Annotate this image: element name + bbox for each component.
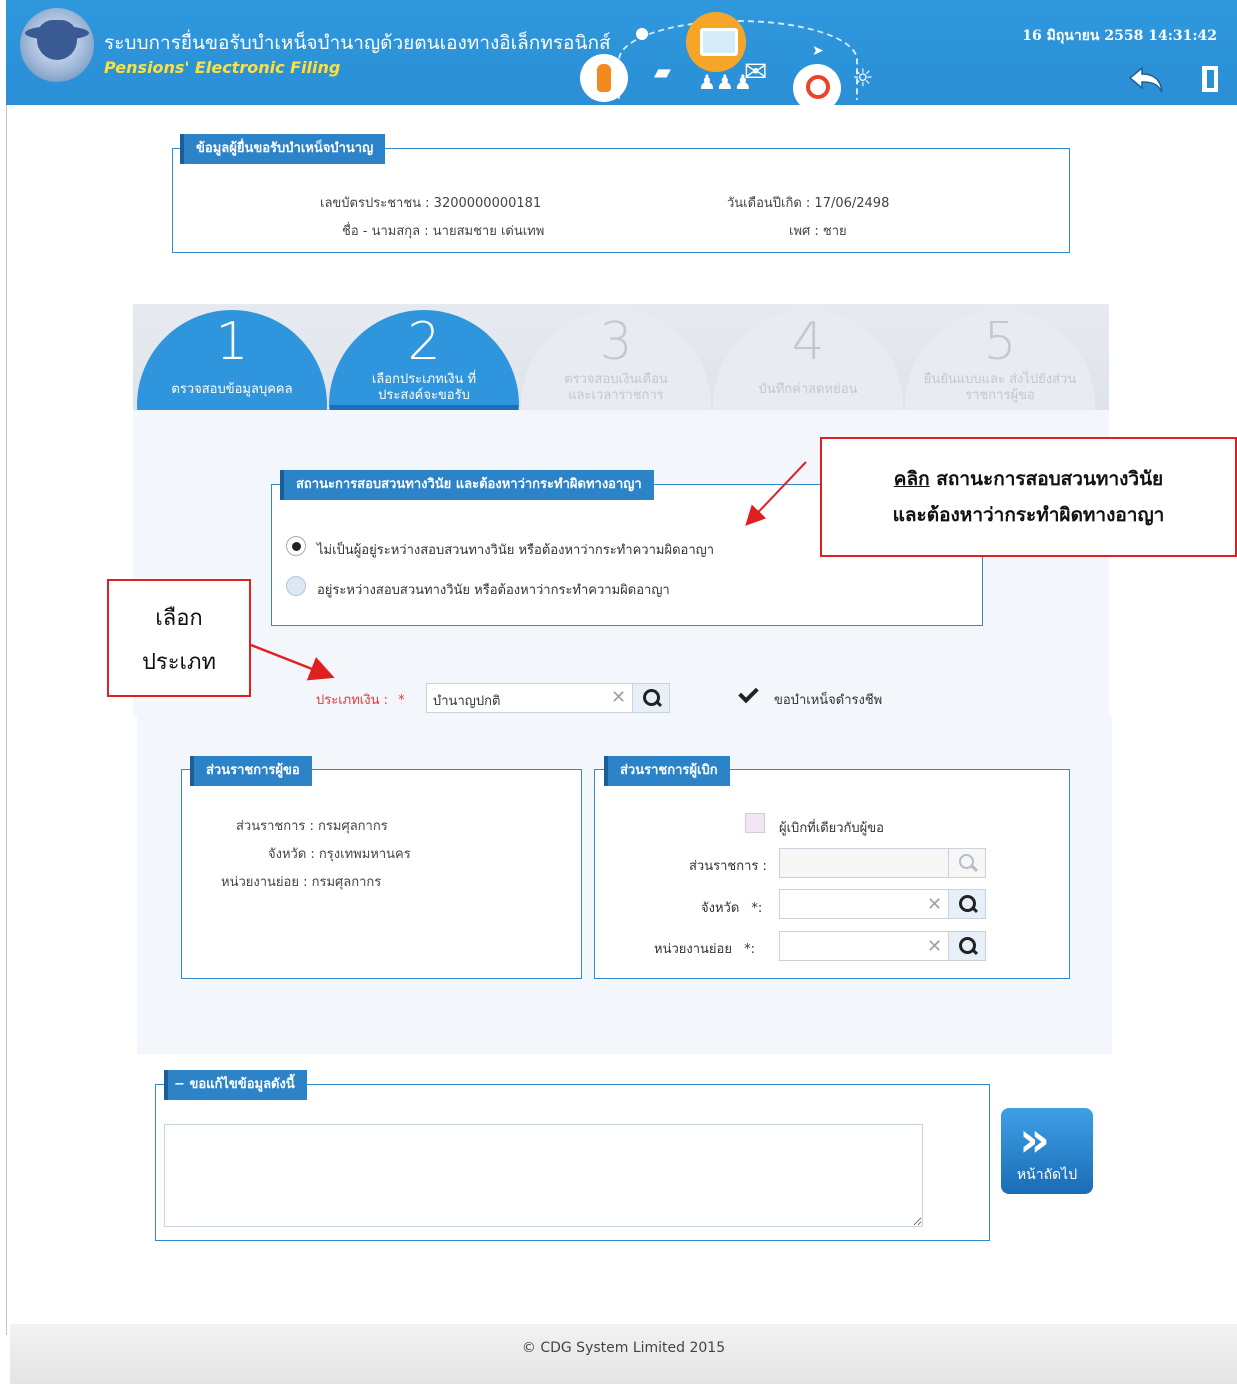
colon: : — [750, 942, 755, 957]
payer-province-search-button[interactable] — [948, 889, 986, 919]
clear-icon[interactable]: ✕ — [927, 896, 942, 914]
decorative-dot — [636, 28, 648, 40]
callout-line2: และต้องหาว่ากระทำผิดทางอาญา — [892, 504, 1165, 526]
wizard-step-1[interactable]: 1 ตรวจสอบข้อมูลบุคคล — [137, 310, 327, 410]
under-investigation-label[interactable]: อยู่ระหว่างสอบสวนทางวินัย หรือต้องหาว่าก… — [317, 579, 670, 600]
edit-request-legend[interactable]: − ขอแก้ไขข้อมูลดังนี้ — [164, 1070, 307, 1100]
investigation-status-legend: สถานะการสอบสวนทางวินัย และต้องหาว่ากระทำ… — [280, 470, 654, 500]
money-type-search-button[interactable] — [632, 683, 670, 713]
back-arrow-icon[interactable] — [1128, 64, 1164, 96]
comptroller-logo — [20, 8, 94, 82]
step-label: ยืนยันแบบและ ส่งไปยังส่วนราชการผู้ขอ — [923, 372, 1077, 403]
callout-line1: สถานะการสอบสวนทางวินัย — [929, 468, 1164, 490]
double-chevron-right-icon: » — [1019, 1112, 1050, 1168]
payer-agency-search-button — [948, 848, 986, 878]
step-number: 5 — [983, 312, 1017, 372]
money-type-label-text: ประเภทเงิน : — [316, 693, 388, 708]
same-as-requester-label[interactable]: ผู้เบิกที่เดียวกับผู้ขอ — [779, 817, 884, 838]
payer-province-label-text: จังหวัด — [701, 901, 740, 916]
requester-province-text: จังหวัด : กรุงเทพมหานคร — [268, 847, 411, 862]
payer-agency-input — [779, 848, 949, 878]
payer-province-input[interactable] — [779, 889, 949, 919]
next-page-button[interactable]: » หน้าถัดไป — [1001, 1108, 1093, 1194]
app-subtitle: Pensions' Electronic Filing — [104, 58, 341, 77]
required-marker: * — [398, 693, 405, 708]
requester-unit-text: หน่วยงานย่อย : กรมศุลกากร — [221, 875, 382, 890]
payer-province-label: จังหวัด *: — [701, 897, 762, 918]
app-title: ระบบการยื่นขอรับบำเหน็จบำนาญด้วยตนเองทาง… — [104, 32, 611, 54]
step-number: 2 — [407, 312, 441, 372]
callout-select-line2: ประเภท — [141, 650, 217, 675]
payer-unit-label-text: หน่วยงานย่อย — [654, 942, 732, 957]
wizard-step-4: 4 บันทึกค่าลดหย่อน — [713, 310, 903, 410]
edit-request-legend-text: ขอแก้ไขข้อมูลดังนี้ — [189, 1077, 295, 1092]
money-type-input[interactable]: บำนาญปกติ — [426, 683, 633, 713]
step-number: 1 — [215, 312, 249, 372]
callout-select-line1: เลือก — [155, 606, 203, 631]
under-investigation-radio[interactable] — [286, 576, 306, 596]
payer-agency-label: ส่วนราชการ : — [689, 859, 767, 874]
money-type-label: ประเภทเงิน : * — [316, 689, 405, 710]
click-status-callout: คลิก สถานะการสอบสวนทางวินัย และต้องหาว่า… — [820, 437, 1237, 557]
touch-hand-icon — [580, 54, 628, 102]
not-under-investigation-radio[interactable] — [286, 536, 306, 556]
living-pension-label[interactable]: ขอบำเหน็จดำรงชีพ — [774, 689, 882, 710]
step-label: ตรวจสอบเงินเดือน และเวลาราชการ — [564, 372, 668, 403]
active-step-indicator — [330, 405, 518, 410]
garuda-emblem-icon — [25, 20, 89, 60]
search-magnifier-icon — [793, 64, 841, 105]
step-label: บันทึกค่าลดหย่อน — [758, 382, 858, 397]
monitor-icon — [686, 12, 746, 72]
cursor-arrow-icon: ➤ — [812, 43, 824, 59]
applicant-info-legend: ข้อมูลผู้ยื่นขอรับบำเหน็จบำนาญ — [180, 134, 386, 164]
edit-request-textarea[interactable] — [164, 1124, 923, 1227]
requester-agency-legend: ส่วนราชการผู้ขอ — [190, 756, 312, 786]
wizard-step-2[interactable]: 2 เลือกประเภทเงิน ที่ประสงค์จะขอรับ — [329, 310, 519, 410]
wizard-steps: 1 ตรวจสอบข้อมูลบุคคล 2 เลือกประเภทเงิน ท… — [133, 304, 1109, 410]
wizard-step-3: 3 ตรวจสอบเงินเดือน และเวลาราชการ — [521, 310, 711, 410]
footer: © CDG System Limited 2015 — [10, 1324, 1237, 1384]
step-label: เลือกประเภทเงิน ที่ประสงค์จะขอรับ — [371, 372, 477, 403]
exit-door-icon[interactable] — [1202, 66, 1218, 92]
payer-unit-label: หน่วยงานย่อย *: — [654, 938, 755, 959]
page-left-border — [6, 105, 7, 1335]
not-under-investigation-label[interactable]: ไม่เป็นผู้อยู่ระหว่างสอบสวนทางวินัย หรือ… — [317, 539, 714, 560]
full-name-text: ชื่อ - นามสกุล : นายสมชาย เด่นเทพ — [342, 224, 545, 239]
chart-icon: ▰ — [654, 60, 671, 85]
payer-agency-legend: ส่วนราชการผู้เบิก — [604, 756, 730, 786]
step-number: 4 — [791, 312, 825, 372]
clear-icon[interactable]: ✕ — [611, 689, 626, 707]
step-label: ตรวจสอบข้อมูลบุคคล — [171, 382, 293, 397]
payer-unit-search-button[interactable] — [948, 931, 986, 961]
wizard-step-5: 5 ยืนยันแบบและ ส่งไปยังส่วนราชการผู้ขอ — [905, 310, 1095, 410]
payer-unit-input[interactable] — [779, 931, 949, 961]
clear-icon[interactable]: ✕ — [927, 938, 942, 956]
living-pension-checkbox[interactable] — [738, 684, 758, 704]
birth-date-text: วันเดือนปีเกิด : 17/06/2498 — [727, 196, 890, 211]
requester-agency-text: ส่วนราชการ : กรมศุลกากร — [236, 819, 388, 834]
app-header: ระบบการยื่นขอรับบำเหน็จบำนาญด้วยตนเองทาง… — [6, 0, 1237, 105]
citizen-id-text: เลขบัตรประชาชน : 3200000000181 — [320, 196, 542, 211]
colon: : — [757, 901, 763, 916]
current-datetime: 16 มิถุนายน 2558 14:31:42 — [1022, 28, 1217, 44]
callout-click-word: คลิก — [893, 468, 930, 490]
mail-icon: ✉ — [744, 55, 768, 88]
sex-text: เพศ : ชาย — [789, 224, 847, 239]
step-number: 3 — [599, 312, 633, 372]
select-type-callout: เลือก ประเภท — [107, 579, 251, 697]
collapse-icon[interactable]: − — [174, 1077, 185, 1092]
next-page-label: หน้าถัดไป — [1016, 1167, 1078, 1183]
same-as-requester-checkbox[interactable] — [745, 813, 765, 833]
lightbulb-icon: ☼ — [852, 64, 874, 92]
